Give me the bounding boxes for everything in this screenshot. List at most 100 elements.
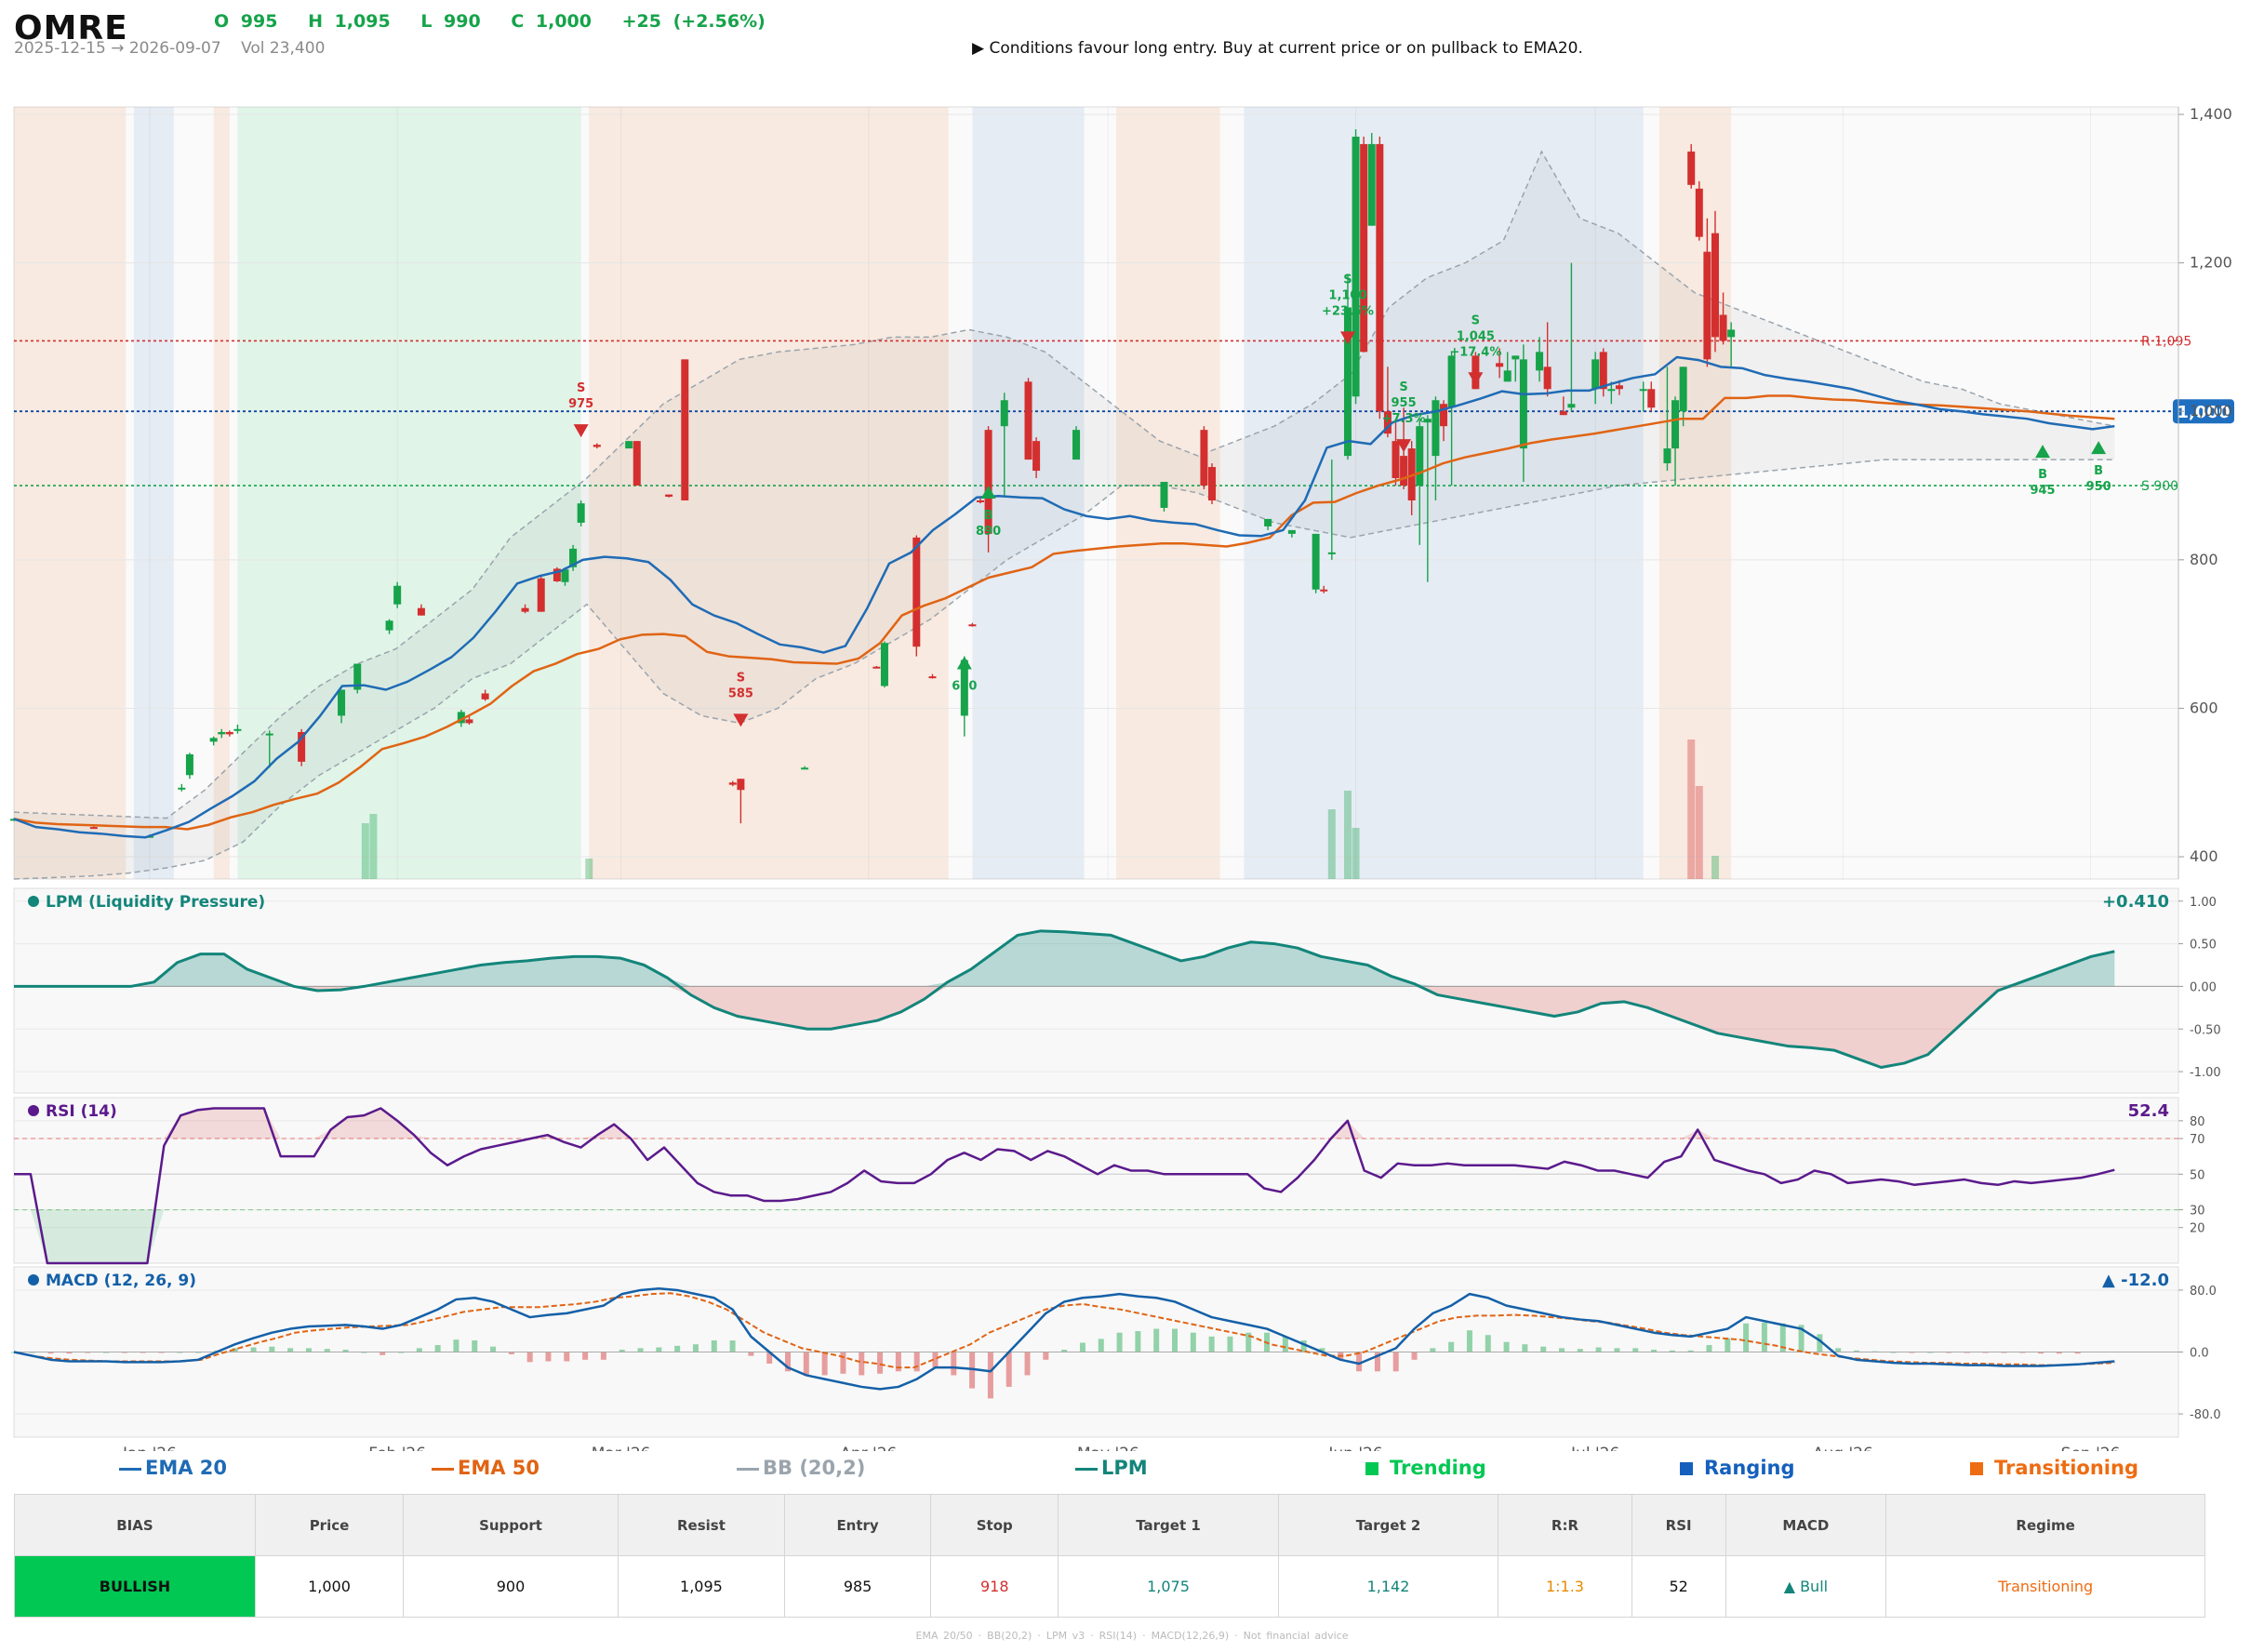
trade-summary-table: BIAS Price Support Resist Entry Stop Tar… [14, 1494, 2205, 1618]
macd-histogram-bar [913, 1352, 920, 1372]
chart-canvas: R 1,095S 9001,000 S975S585660B890S1,100+… [10, 105, 2234, 1451]
macd-histogram-bar [1190, 1332, 1196, 1352]
legend-bb: BB (20,2) [737, 1457, 865, 1479]
panel-last-value: +0.410 [2102, 892, 2169, 912]
signal-label: 1,045 [1457, 329, 1495, 343]
date-tick-label: Jan '26 [122, 1445, 177, 1451]
candle-body [1392, 441, 1400, 479]
legend-line-icon [1075, 1467, 1098, 1471]
price-tick-label: 400 [2190, 847, 2218, 865]
candle-body [233, 728, 242, 731]
panel-tick-label: 70 [2190, 1133, 2205, 1147]
price-axis: 400 600 800 1,000 1,200 1,400 [2177, 105, 2232, 879]
macd-histogram-bar [840, 1352, 846, 1374]
macd-histogram-bar [1725, 1338, 1731, 1352]
header-support: Support [403, 1494, 619, 1556]
signal-label: B [984, 509, 993, 523]
candle-body [1440, 404, 1448, 427]
volume-bar [1352, 828, 1360, 879]
macd-histogram-bar [1024, 1352, 1031, 1376]
macd-histogram-bar [287, 1348, 294, 1352]
candle-body [1312, 533, 1320, 590]
value-rsi: 52 [1631, 1555, 1726, 1618]
candle-body [625, 441, 633, 449]
legend-lpm: LPM [1075, 1457, 1148, 1479]
volume-bar [1327, 809, 1336, 879]
date-tick-label: Mar '26 [592, 1445, 651, 1451]
candle-body [1543, 366, 1552, 390]
macd-histogram-bar [490, 1346, 497, 1352]
volume-bar [1343, 791, 1352, 879]
lpm-panel: 1.00 0.50 0.00 -0.50 -1.00 LPM (Liquidity Pre… [13, 887, 2221, 1094]
legend-square-icon [1680, 1462, 1693, 1475]
candle-body [1639, 389, 1647, 392]
signal-label: S [1399, 380, 1407, 394]
candle-body [1687, 151, 1696, 185]
candle-body [1567, 404, 1576, 408]
header-resist: Resist [617, 1494, 785, 1556]
table-value-row: BULLISH 1,000 900 1,095 985 918 1,075 1,… [14, 1555, 2205, 1618]
panel-last-value: ▲ -12.0 [2102, 1271, 2169, 1290]
date-tick-label: May '26 [1077, 1445, 1139, 1451]
header-price: Price [254, 1494, 405, 1556]
candle-body [178, 787, 186, 790]
value-regime: Transitioning [1885, 1555, 2205, 1618]
candle-body [209, 738, 218, 742]
candle-body [1000, 400, 1008, 427]
value-macd: ▲ Bull [1725, 1555, 1887, 1618]
price-tick-label: 1,400 [2190, 105, 2232, 123]
candle-body [1160, 482, 1168, 508]
candle-body [928, 676, 937, 679]
date-tick-label: Aug '26 [1813, 1445, 1873, 1451]
signal-label: 660 [952, 680, 977, 694]
signal-label: S [1472, 313, 1480, 327]
signal-label: S [1343, 273, 1352, 286]
macd-histogram-bar [1098, 1339, 1104, 1352]
price-tick-label: 1,000 [2190, 402, 2232, 420]
macd-histogram-bar [564, 1352, 570, 1362]
candle-body [1360, 143, 1368, 353]
macd-histogram-bar [1079, 1342, 1085, 1352]
macd-histogram-bar [526, 1352, 533, 1363]
panel-title: MACD (12, 26, 9) [46, 1272, 196, 1290]
candle-body [1287, 529, 1296, 534]
candle-body [681, 359, 689, 500]
macd-histogram-bar [637, 1348, 644, 1352]
macd-histogram-bar [692, 1344, 699, 1352]
macd-histogram-bar [711, 1340, 717, 1352]
volume-bar [369, 814, 378, 879]
candle-body [1376, 143, 1384, 412]
panel-tick-label: -80.0 [2190, 1408, 2221, 1422]
macd-histogram-bar [472, 1340, 478, 1352]
date-tick-label: Jul '26 [1570, 1445, 1619, 1451]
macd-histogram-bar [987, 1352, 993, 1399]
value-target2: 1,142 [1277, 1555, 1499, 1618]
macd-histogram-bar [895, 1352, 901, 1372]
panel-title: RSI (14) [46, 1102, 117, 1121]
candle-body [728, 782, 737, 785]
value-target1: 1,075 [1058, 1555, 1279, 1618]
chart-legend: EMA 20 EMA 50 BB (20,2) LPM Trending Ran… [0, 1457, 2264, 1485]
macd-histogram-bar [582, 1352, 589, 1360]
legend-ranging: Ranging [1680, 1457, 1795, 1479]
header-rsi: RSI [1631, 1494, 1726, 1556]
price-tick-label: 600 [2190, 699, 2218, 716]
panel-tick-label: 20 [2190, 1222, 2205, 1236]
panel-tick-label: -1.00 [2190, 1066, 2221, 1080]
candle-body [1200, 430, 1208, 486]
macd-histogram-bar [748, 1352, 754, 1356]
macd-histogram-bar [821, 1352, 828, 1376]
macd-histogram-bar [1595, 1347, 1602, 1352]
signal-label: 950 [2086, 480, 2111, 494]
candle-body [1320, 589, 1328, 592]
signal-label: S [737, 671, 745, 685]
macd-histogram-bar [416, 1348, 422, 1352]
signal-label: +17.4% [1449, 345, 1501, 359]
date-tick-label: Sep '26 [2061, 1445, 2121, 1451]
macd-histogram-bar [453, 1339, 459, 1352]
macd-histogram-bar [1559, 1348, 1565, 1352]
regime-band-transitioning [14, 107, 127, 879]
macd-histogram-bar [1614, 1348, 1620, 1352]
candle-body [1727, 329, 1736, 338]
signal-label: 945 [2030, 484, 2055, 498]
